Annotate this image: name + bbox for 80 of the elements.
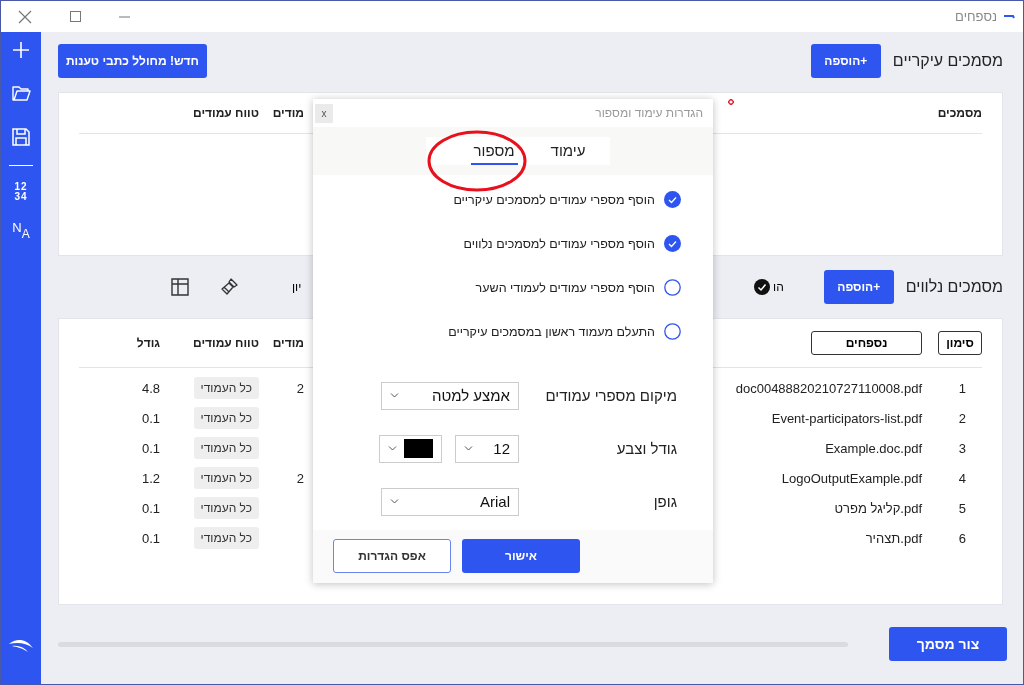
dropdown[interactable]: 12 bbox=[455, 434, 519, 463]
table-cell-text: Event-participators-list.pdf bbox=[770, 410, 922, 426]
field-label: גודל וצבע bbox=[615, 440, 677, 458]
section-heading: מסמכים נלווים bbox=[905, 278, 1003, 296]
field-label: גופן bbox=[652, 493, 677, 511]
chevron-down-icon bbox=[388, 446, 397, 452]
table-cell-text: 6 bbox=[957, 530, 967, 546]
table-cell-text: doc00488820210727110008.pdf bbox=[734, 380, 922, 396]
column-header: גודל bbox=[135, 336, 161, 350]
table-cell-text: 0.1 bbox=[140, 410, 161, 426]
option-label: הוסף מספרי עמודים למסמכים עיקריים bbox=[453, 192, 655, 207]
dialog-title: הגדרות עימוד ומספור bbox=[595, 106, 703, 121]
page-range-chip: כל העמודי bbox=[193, 407, 259, 429]
close-button[interactable]: x bbox=[315, 103, 333, 123]
column-header: טווח עמודים bbox=[192, 336, 260, 350]
table-cell-text: 1 bbox=[957, 380, 967, 396]
table-cell-text: Example.doc.pdf bbox=[824, 440, 922, 456]
option-label: התעלם מעמוד ראשון במסמכים עיקריים bbox=[448, 324, 655, 339]
toolbar-label: יון bbox=[292, 280, 302, 294]
sort-button[interactable]: נספחים bbox=[811, 331, 922, 355]
option-label: הוסף מספרי עמודים לעמודי השער bbox=[475, 280, 655, 295]
table-cell-text: 4 bbox=[957, 470, 967, 486]
checkbox[interactable] bbox=[664, 191, 681, 209]
create-document-button[interactable]: צור מסמך bbox=[889, 627, 1007, 661]
save-icon[interactable] bbox=[12, 128, 30, 146]
brush-icon[interactable] bbox=[220, 278, 238, 296]
text-direction-button[interactable]: NA bbox=[12, 220, 30, 241]
chevron-down-icon bbox=[390, 393, 399, 399]
page-range-chip: כל העמודי bbox=[193, 437, 259, 459]
field-label: מיקום מספרי עמודים bbox=[544, 387, 677, 405]
checkbox[interactable] bbox=[664, 279, 681, 297]
color-dropdown[interactable] bbox=[379, 434, 442, 463]
numbering-button[interactable]: 12 34 bbox=[14, 182, 28, 202]
reset-button[interactable]: אפס הגדרות bbox=[333, 539, 451, 574]
table-cell-text: 2 bbox=[295, 380, 304, 396]
column-header: טווח עמודים bbox=[192, 106, 260, 120]
option-label: הוסף מספרי עמודים למסמכים נלווים bbox=[463, 236, 655, 251]
page-range-chip: כל העמודי bbox=[193, 497, 259, 519]
table-cell-text: 1.2 bbox=[140, 470, 161, 486]
column-header: מסמכים bbox=[937, 106, 982, 120]
dropdown[interactable]: אמצע למטה bbox=[381, 381, 519, 410]
marker-icon bbox=[728, 99, 734, 105]
table-icon[interactable] bbox=[171, 278, 189, 296]
table-cell-text: 0.1 bbox=[140, 500, 161, 516]
confirm-button[interactable]: אישור bbox=[462, 539, 580, 574]
close-icon[interactable] bbox=[18, 9, 32, 24]
maximize-icon[interactable] bbox=[70, 11, 81, 22]
sort-button[interactable]: סימון bbox=[938, 331, 982, 355]
folder-icon[interactable] bbox=[11, 85, 31, 101]
table-cell-text: 2 bbox=[957, 410, 967, 426]
table-cell-text: 5 bbox=[957, 500, 967, 516]
table-cell-text: LogoOutputExample.pdf bbox=[780, 470, 922, 486]
add-button[interactable]: הוספה+ bbox=[810, 44, 881, 78]
table-cell-text: קליגל מפרט.pdf bbox=[833, 500, 922, 516]
generator-button[interactable]: חדש! מחולל כתבי טענות bbox=[58, 44, 207, 78]
checkbox[interactable] bbox=[664, 235, 681, 253]
table-cell-text: 3 bbox=[957, 440, 967, 456]
page-range-chip: כל העמודי bbox=[193, 467, 259, 489]
app-icon bbox=[1003, 13, 1015, 20]
checkbox[interactable] bbox=[664, 323, 681, 341]
plus-icon[interactable] bbox=[13, 42, 29, 58]
checkmark-icon bbox=[754, 279, 771, 295]
toolbar-label: הו bbox=[773, 280, 784, 294]
section-heading: מסמכים עיקריים bbox=[892, 52, 1003, 70]
page-range-chip: כל העמודי bbox=[193, 377, 259, 399]
page-range-chip: כל העמודי bbox=[193, 527, 259, 549]
tab[interactable]: עימוד bbox=[547, 140, 589, 166]
chevron-down-icon bbox=[390, 499, 399, 505]
chevron-down-icon bbox=[464, 446, 473, 452]
table-cell-text: 0.1 bbox=[140, 440, 161, 456]
table-cell-text: 2 bbox=[295, 470, 304, 486]
feather-icon bbox=[8, 638, 34, 654]
window-title: נספחים bbox=[955, 9, 997, 24]
column-header: מודים bbox=[271, 336, 304, 350]
add-button[interactable]: הוספה+ bbox=[823, 270, 894, 304]
table-cell-text: 4.8 bbox=[140, 380, 161, 396]
table-cell-text: תצהיר.pdf bbox=[864, 530, 922, 546]
table-cell-text: 0.1 bbox=[140, 530, 161, 546]
column-header: מודים bbox=[271, 106, 304, 120]
dropdown[interactable]: Arial bbox=[381, 487, 519, 516]
